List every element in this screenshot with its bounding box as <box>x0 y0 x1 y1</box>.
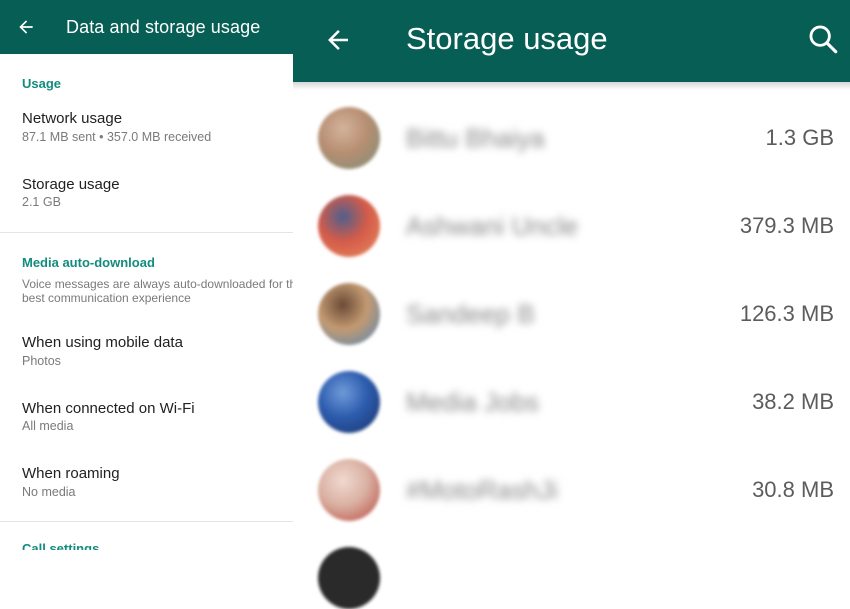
right-app-bar: Storage usage <box>293 0 850 82</box>
section-label-usage: Usage <box>22 76 62 91</box>
avatar <box>318 459 380 521</box>
section-divider <box>0 232 293 233</box>
auto-download-note-line: Voice messages are always auto-downloade… <box>22 277 293 291</box>
avatar <box>318 195 380 257</box>
contact-row[interactable]: Bittu Bhaiya 1.3 GB <box>293 107 850 195</box>
network-usage-title: Network usage <box>22 110 123 127</box>
storage-usage-detail: 2.1 GB <box>22 195 61 209</box>
contact-storage-size: 38.2 MB <box>752 389 834 414</box>
contact-row[interactable]: Media Jobs 38.2 MB <box>293 371 850 459</box>
section-label-media-auto-download: Media auto-download <box>22 255 155 270</box>
left-app-bar: Data and storage usage <box>0 0 293 54</box>
roaming-title: When roaming <box>22 465 120 482</box>
section-divider <box>0 521 293 522</box>
search-icon[interactable] <box>806 22 840 56</box>
contact-row[interactable]: #MotoRashJi 30.8 MB <box>293 459 850 547</box>
mobile-data-value: Photos <box>22 354 61 368</box>
avatar <box>318 107 380 169</box>
data-storage-panel: Data and storage usage Usage Network usa… <box>0 0 293 550</box>
storage-usage-screen: Storage usage Bittu Bhaiya 1.3 GB Ashwani … <box>293 0 850 609</box>
contact-row[interactable]: Ashwani Uncle 379.3 MB <box>293 195 850 283</box>
avatar <box>318 547 380 609</box>
wifi-value: All media <box>22 419 74 433</box>
avatar <box>318 371 380 433</box>
contact-storage-size: 126.3 MB <box>739 301 834 326</box>
contact-name: Sandeep B <box>406 299 535 329</box>
auto-download-note-line: best communication experience <box>22 291 191 305</box>
avatar <box>318 283 380 345</box>
contact-name: Ashwani Uncle <box>406 211 578 241</box>
page-title: Data and storage usage <box>66 17 261 37</box>
storage-usage-title: Storage usage <box>22 176 120 193</box>
contact-storage-size: 1.3 GB <box>765 125 834 150</box>
app-bar-shadow <box>293 82 850 90</box>
mobile-data-title: When using mobile data <box>22 334 183 351</box>
screen-title: Storage usage <box>406 21 608 56</box>
roaming-value: No media <box>22 485 76 499</box>
back-arrow-icon[interactable] <box>16 17 36 37</box>
contact-name: Media Jobs <box>406 387 539 417</box>
contact-name: Bittu Bhaiya <box>406 123 545 153</box>
contact-row[interactable]: Sandeep B 126.3 MB <box>293 283 850 371</box>
auto-download-note: Voice messages are always auto-downloade… <box>22 277 293 305</box>
contact-storage-size: 379.3 MB <box>739 213 834 238</box>
network-usage-detail: 87.1 MB sent • 357.0 MB received <box>22 130 212 144</box>
contact-storage-size: 30.8 MB <box>752 477 834 502</box>
contact-name: #MotoRashJi <box>406 475 558 505</box>
wifi-title: When connected on Wi-Fi <box>22 400 195 417</box>
back-arrow-icon[interactable] <box>323 25 353 55</box>
section-label-call-settings: Call settings <box>22 541 100 550</box>
